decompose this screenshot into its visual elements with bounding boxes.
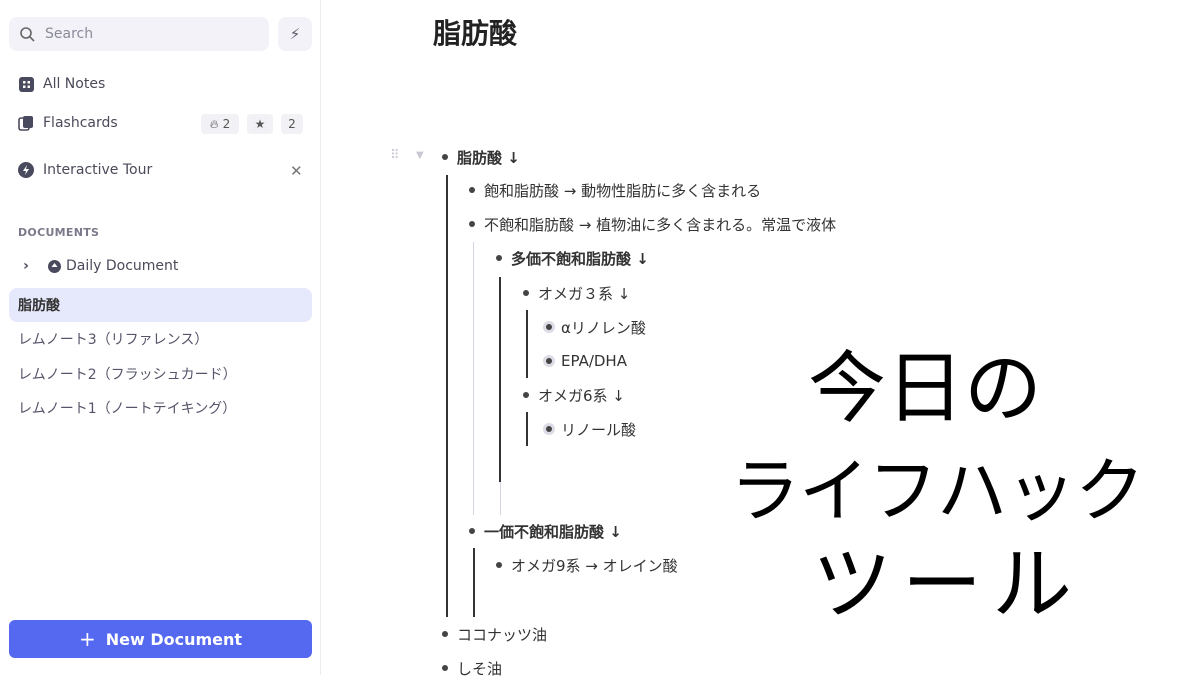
tour-label: Interactive Tour — [43, 162, 153, 178]
due-count: 2 — [222, 117, 231, 131]
grid-icon — [18, 76, 34, 92]
guide-line — [526, 412, 528, 446]
bullet-icon[interactable] — [546, 426, 552, 432]
bullet-icon[interactable] — [546, 358, 552, 364]
outline-text: 不飽和脂肪酸 → 植物油に多く含まれる。常温で液体 — [484, 215, 837, 234]
outline-item[interactable]: 多価不飽和脂肪酸 ↓ — [496, 243, 649, 273]
daily-icon — [46, 258, 62, 274]
all-notes-label: All Notes — [43, 76, 106, 92]
cards-icon — [18, 115, 34, 131]
bullet-icon[interactable] — [442, 154, 448, 160]
outline-text: 多価不飽和脂肪酸 ↓ — [511, 249, 649, 268]
search-input[interactable]: Search — [9, 17, 269, 51]
bullet-icon[interactable] — [469, 528, 475, 534]
page-title[interactable]: 脂肪酸 — [433, 12, 517, 52]
bullet-icon[interactable] — [523, 290, 529, 296]
bullet-icon[interactable] — [496, 255, 502, 261]
outline-item[interactable]: ココナッツ油 — [442, 619, 547, 649]
outline-text: 一価不飽和脂肪酸 ↓ — [484, 522, 622, 541]
bullet-icon[interactable] — [469, 221, 475, 227]
outline-text: 脂肪酸 ↓ — [457, 148, 520, 167]
star-badge[interactable]: ★ — [247, 114, 273, 134]
search-placeholder: Search — [45, 26, 94, 42]
plus-icon: + — [78, 627, 96, 651]
fire-icon: 🔥︎ — [209, 116, 219, 131]
search-icon — [20, 27, 35, 42]
outline-text: オメガ9系 → オレイン酸 — [511, 556, 678, 575]
quick-action-button[interactable]: ⚡︎ — [278, 17, 312, 51]
outline-item[interactable]: オメガ３系 ↓ — [523, 278, 630, 308]
sidebar-item-all-notes[interactable]: All Notes — [18, 76, 105, 92]
editor: 脂肪酸 ⠿ ▼ 脂肪酸 ↓ 飽和脂肪酸 → 動物性脂肪に多く含まれる不飽和脂肪酸 … — [322, 0, 1200, 678]
star-count: 2 — [281, 114, 303, 134]
sidebar-item-flashcards[interactable]: Flashcards — [18, 115, 118, 131]
bullet-icon[interactable] — [442, 631, 448, 637]
guide-line — [446, 175, 448, 617]
documents-heading: DOCUMENTS — [18, 226, 100, 239]
bullet-icon[interactable] — [523, 392, 529, 398]
guide-line — [500, 482, 501, 515]
daily-label: Daily Document — [66, 258, 179, 274]
outline-item[interactable]: 一価不飽和脂肪酸 ↓ — [469, 516, 622, 546]
doc-item-active[interactable]: 脂肪酸 — [9, 288, 312, 322]
outline-text: しそ油 — [457, 659, 503, 678]
outline-text: オメガ6系 ↓ — [538, 386, 625, 405]
bullet-icon[interactable] — [442, 665, 448, 671]
sidebar-item-daily-document[interactable]: › Daily Document — [18, 258, 178, 274]
outline-item[interactable]: 脂肪酸 ↓ — [442, 142, 520, 172]
chevron-right-icon[interactable]: › — [18, 258, 34, 274]
bullet-icon[interactable] — [546, 324, 552, 330]
new-document-button[interactable]: + New Document — [9, 620, 312, 658]
doc-item[interactable]: レムノート3（リファレンス） — [9, 322, 312, 356]
guide-line — [499, 277, 501, 482]
drag-handle-icon[interactable]: ⠿ — [390, 148, 399, 163]
guide-line — [473, 548, 475, 617]
doc-item[interactable]: レムノート2（フラッシュカード） — [9, 357, 312, 391]
outline-text: 飽和脂肪酸 → 動物性脂肪に多く含まれる — [484, 181, 762, 200]
outline-item[interactable]: しそ油 — [442, 653, 502, 683]
outline-text: αリノレン酸 — [561, 318, 646, 337]
bullet-icon[interactable] — [469, 187, 475, 193]
new-document-label: New Document — [105, 629, 243, 649]
outline-text: リノール酸 — [561, 420, 637, 439]
lightning-circle-icon — [18, 162, 34, 178]
close-tour-icon[interactable]: ✕ — [290, 162, 303, 180]
star-icon: ★ — [254, 117, 266, 131]
outline-text: オメガ３系 ↓ — [538, 284, 631, 303]
outline-item[interactable]: オメガ6系 ↓ — [523, 380, 625, 410]
collapse-caret-icon[interactable]: ▼ — [416, 150, 424, 161]
sidebar-item-interactive-tour[interactable]: Interactive Tour — [18, 162, 152, 178]
due-badge[interactable]: 🔥︎ 2 — [201, 114, 239, 134]
outline-item[interactable]: 飽和脂肪酸 → 動物性脂肪に多く含まれる — [469, 175, 761, 205]
outline-item[interactable]: 不飽和脂肪酸 → 植物油に多く含まれる。常温で液体 — [469, 209, 836, 239]
outline-item[interactable]: EPA/DHA — [546, 346, 627, 376]
outline-item[interactable]: オメガ9系 → オレイン酸 — [496, 550, 678, 580]
bullet-icon[interactable] — [496, 562, 502, 568]
guide-line — [526, 310, 528, 378]
outline-item[interactable]: αリノレン酸 — [546, 312, 646, 342]
outline-item[interactable]: リノール酸 — [546, 414, 636, 444]
outline-text: EPA/DHA — [561, 352, 627, 370]
guide-line — [473, 242, 474, 515]
doc-item[interactable]: レムノート1（ノートテイキング） — [9, 391, 312, 425]
flashcards-label: Flashcards — [43, 115, 118, 131]
sidebar: Search ⚡︎ All Notes Flashcards 🔥︎ 2 ★ 2 I… — [0, 0, 321, 675]
outline-text: ココナッツ油 — [457, 625, 548, 644]
lightning-icon: ⚡︎ — [289, 25, 301, 43]
